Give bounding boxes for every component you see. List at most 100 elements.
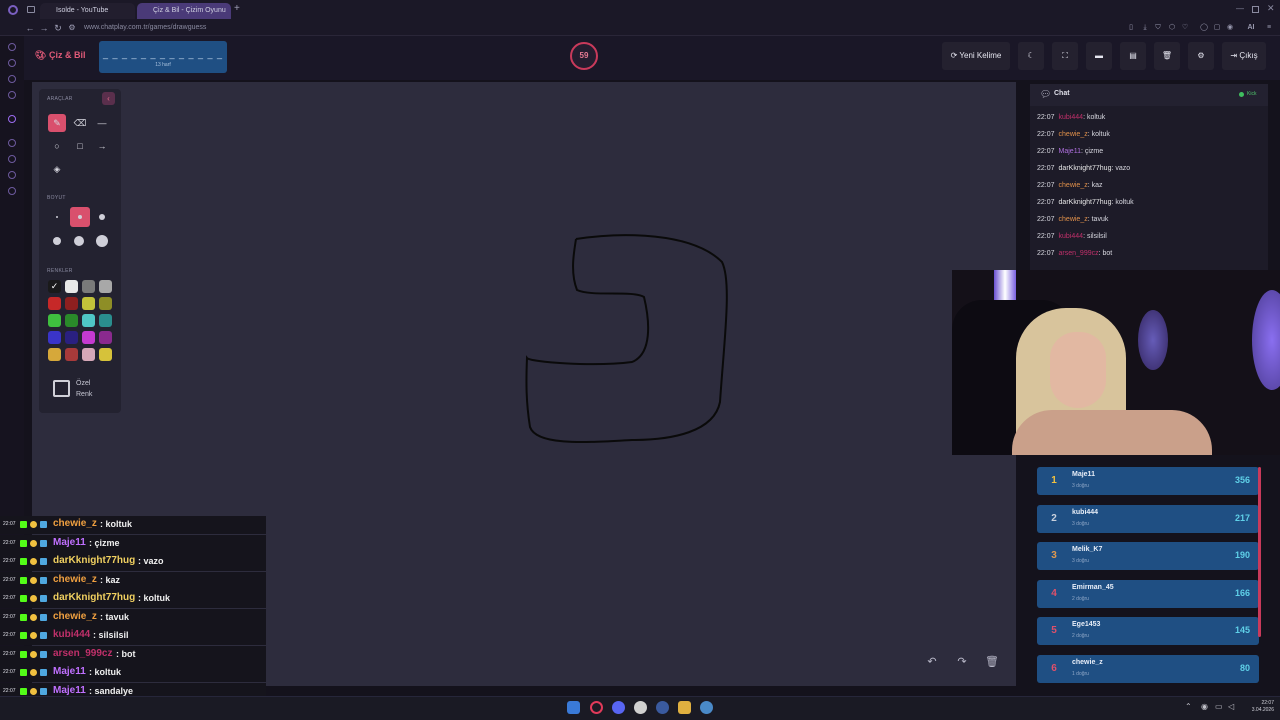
keyboard-button[interactable]: ▬: [1086, 42, 1112, 70]
color-swatch[interactable]: [82, 297, 95, 310]
color-swatch[interactable]: [82, 314, 95, 327]
color-swatch[interactable]: [99, 297, 112, 310]
custom-color-label[interactable]: Özel Renk: [76, 378, 106, 400]
new-tab-plus-icon[interactable]: +: [234, 3, 240, 14]
exit-button[interactable]: ⇥ Çıkış: [1222, 42, 1266, 70]
file-explorer-icon[interactable]: [678, 701, 691, 714]
camera-icon[interactable]: ◉: [1225, 23, 1235, 33]
more-menu-icon[interactable]: ≡: [1264, 23, 1274, 33]
size-option-2[interactable]: [70, 207, 90, 227]
tab-drawguess[interactable]: Çiz & Bil - Çizim Oyunu: [137, 3, 231, 19]
leaderboard-row[interactable]: 3 Melik_K7 3 doğru 190: [1037, 542, 1259, 570]
sidebar-messenger-icon[interactable]: [8, 75, 16, 83]
sidebar-home-icon[interactable]: [8, 43, 16, 51]
color-swatch[interactable]: [65, 280, 78, 293]
color-swatch[interactable]: [99, 280, 112, 293]
size-option-5[interactable]: [70, 232, 88, 250]
sidebar-twitch-icon[interactable]: [8, 115, 16, 123]
close-window-icon[interactable]: ✕: [1267, 3, 1275, 14]
chat-username[interactable]: darKknight77hug: [1059, 165, 1112, 172]
theme-toggle-button[interactable]: ☾: [1018, 42, 1044, 70]
leaderboard-row[interactable]: 6 chewie_z 1 doğru 80: [1037, 654, 1259, 683]
color-swatch[interactable]: [48, 331, 61, 344]
leaderboard-scrollbar[interactable]: [1258, 467, 1261, 637]
back-arrow-icon[interactable]: ←: [24, 22, 36, 34]
clear-button[interactable]: 🗑︎: [1154, 42, 1180, 70]
custom-color-swatch[interactable]: [53, 380, 70, 397]
color-swatch[interactable]: [48, 348, 61, 361]
clear-canvas-button[interactable]: 🗑︎: [984, 654, 1000, 670]
color-swatch[interactable]: [99, 331, 112, 344]
fullscreen-button[interactable]: ⛶: [1052, 42, 1078, 70]
size-option-3[interactable]: [93, 208, 111, 226]
chat-username[interactable]: kubi444: [1059, 233, 1084, 240]
chat-username[interactable]: kubi444: [1059, 114, 1084, 121]
download-icon[interactable]: ⤓: [1140, 23, 1150, 33]
site-settings-icon[interactable]: ⚙: [66, 22, 78, 34]
sidebar-tabs-icon[interactable]: [8, 171, 16, 179]
leaderboard-row[interactable]: 1 Maje11 3 doğru 356: [1037, 467, 1259, 495]
eraser-tool[interactable]: ⌫: [71, 114, 89, 132]
bookmark-icon[interactable]: ▯: [1126, 23, 1136, 33]
heart-icon[interactable]: ♡: [1180, 23, 1190, 33]
chat-username[interactable]: chewie_z: [1059, 131, 1088, 138]
color-swatch[interactable]: [48, 314, 61, 327]
shield-icon[interactable]: ⛉: [1153, 23, 1163, 33]
sidebar-instagram-icon[interactable]: [8, 91, 16, 99]
extensions-icon[interactable]: ⬡: [1167, 23, 1177, 33]
tray-chevron-icon[interactable]: ⌃: [1185, 702, 1192, 711]
chat-username[interactable]: chewie_z: [1059, 216, 1088, 223]
browser-menu-icon[interactable]: [8, 5, 18, 15]
color-swatch[interactable]: [82, 348, 95, 361]
reload-icon[interactable]: ↻: [52, 22, 64, 34]
color-swatch[interactable]: [65, 314, 78, 327]
color-swatch[interactable]: [65, 331, 78, 344]
size-option-6[interactable]: [93, 232, 111, 250]
new-word-button[interactable]: ⟳ Yeni Kelime: [942, 42, 1010, 70]
color-swatch[interactable]: [65, 297, 78, 310]
discord-icon[interactable]: [612, 701, 625, 714]
color-swatch[interactable]: [99, 314, 112, 327]
minimize-window-icon[interactable]: —: [1236, 4, 1244, 13]
leaderboard-row[interactable]: 5 Ege1453 2 doğru 145: [1037, 617, 1259, 645]
color-swatch[interactable]: [65, 348, 78, 361]
start-menu-icon[interactable]: [567, 701, 580, 714]
chat-username[interactable]: darKknight77hug: [1059, 199, 1112, 206]
leaderboard-row[interactable]: 2 kubi444 3 doğru 217: [1037, 504, 1259, 533]
size-option-1[interactable]: [48, 208, 66, 226]
redo-button[interactable]: ↷: [954, 654, 970, 670]
tray-mic-icon[interactable]: ◉: [1201, 702, 1208, 711]
circle-tool[interactable]: ○: [48, 137, 66, 155]
color-swatch[interactable]: [48, 297, 61, 310]
color-swatch[interactable]: ✓: [48, 280, 61, 293]
box-icon[interactable]: ▢: [1212, 23, 1222, 33]
sidebar-settings-icon[interactable]: [8, 187, 16, 195]
size-option-4[interactable]: [48, 232, 66, 250]
archive-button[interactable]: ▤: [1120, 42, 1146, 70]
sidebar-clock-icon[interactable]: [8, 155, 16, 163]
obs-icon[interactable]: [656, 701, 669, 714]
settings-button[interactable]: ⚙: [1188, 42, 1214, 70]
settings-app-icon[interactable]: [700, 701, 713, 714]
tray-network-icon[interactable]: ▭: [1215, 702, 1223, 711]
chat-username[interactable]: arsen_999cz: [1059, 250, 1099, 257]
fill-tool[interactable]: ◈: [48, 160, 66, 178]
messenger-icon[interactable]: ◯: [1199, 23, 1209, 33]
tab-youtube[interactable]: Isolde - YouTube: [40, 3, 135, 19]
color-swatch[interactable]: [82, 331, 95, 344]
color-swatch[interactable]: [82, 280, 95, 293]
chrome-icon[interactable]: [634, 701, 647, 714]
pencil-tool[interactable]: ✎: [48, 114, 66, 132]
forward-arrow-icon[interactable]: →: [38, 22, 50, 34]
collapse-panel-button[interactable]: ‹: [102, 92, 115, 105]
ai-button[interactable]: AI: [1244, 23, 1258, 33]
line-tool[interactable]: —: [93, 114, 111, 132]
rectangle-tool[interactable]: □: [71, 137, 89, 155]
opera-gx-icon[interactable]: [590, 701, 603, 714]
chat-username[interactable]: Maje11: [1059, 148, 1081, 155]
sidebar-history-icon[interactable]: [8, 139, 16, 147]
tab-switcher-icon[interactable]: [27, 6, 35, 13]
undo-button[interactable]: ↶: [924, 654, 940, 670]
url-field[interactable]: www.chatplay.com.tr/games/drawguess: [84, 22, 206, 34]
color-swatch[interactable]: [99, 348, 112, 361]
